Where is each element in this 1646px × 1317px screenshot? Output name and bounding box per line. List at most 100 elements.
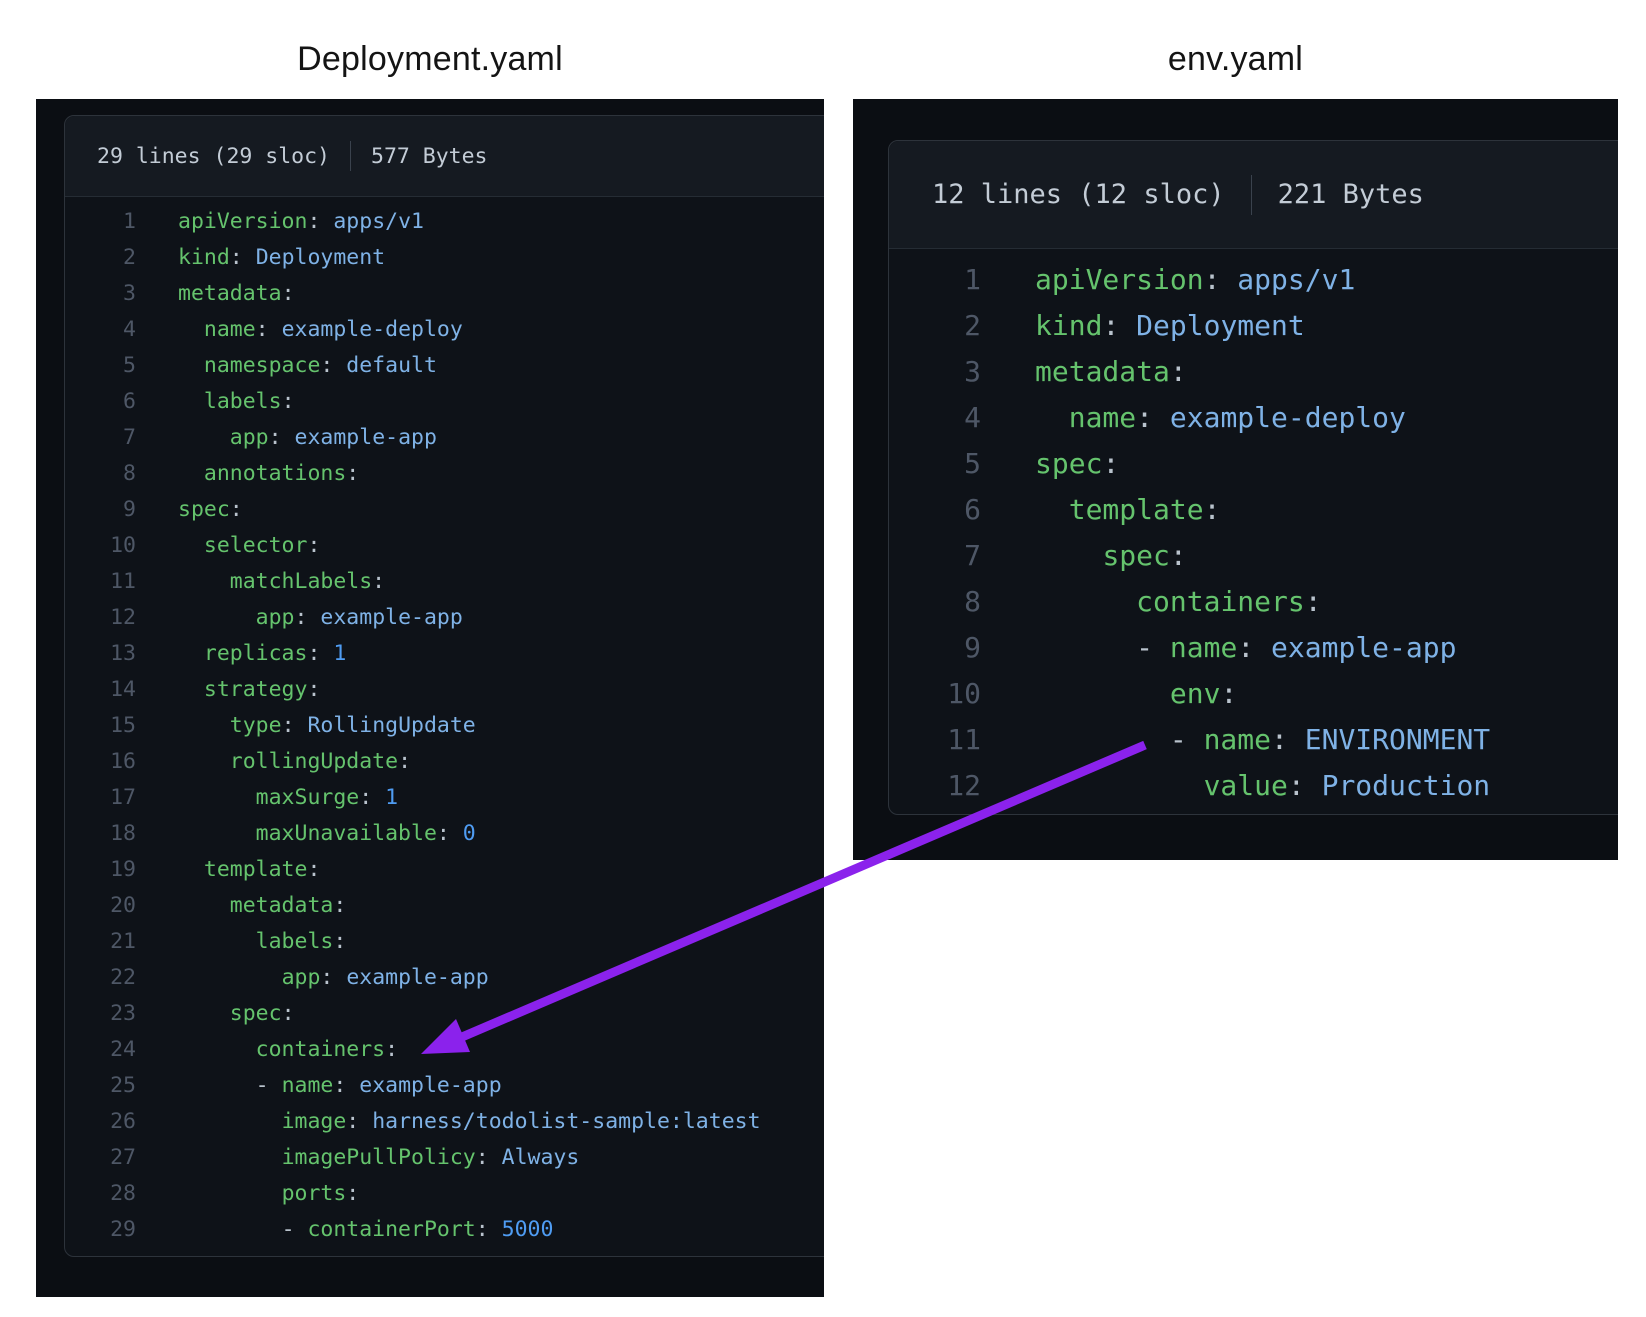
yaml-colon: :	[398, 749, 411, 774]
yaml-value: default	[346, 353, 437, 378]
yaml-colon: :	[1305, 585, 1322, 618]
yaml-key: value	[1204, 769, 1288, 802]
yaml-key: apiVersion	[1035, 263, 1204, 296]
yaml-value: 5000	[502, 1217, 554, 1242]
line-number[interactable]: 22	[65, 960, 136, 996]
code-text: kind: Deployment	[1035, 303, 1305, 349]
yaml-colon: :	[256, 317, 269, 342]
yaml-list-dash: -	[256, 1073, 282, 1098]
code-text: strategy:	[178, 672, 320, 708]
file-meta-header: 29 lines (29 sloc) 577 Bytes	[65, 116, 824, 197]
line-number[interactable]: 27	[65, 1140, 136, 1176]
line-number[interactable]: 11	[889, 717, 981, 763]
yaml-value: example-app	[346, 965, 488, 990]
yaml-key: spec	[178, 497, 230, 522]
line-number[interactable]: 8	[889, 579, 981, 625]
yaml-value: apps/v1	[333, 209, 424, 234]
line-number[interactable]: 11	[65, 564, 136, 600]
code-line: 2kind: Deployment	[65, 240, 824, 276]
yaml-key: spec	[1035, 447, 1102, 480]
file-lines-count: 29 lines (29 sloc)	[97, 144, 330, 169]
code-text: metadata:	[178, 888, 346, 924]
line-number[interactable]: 9	[889, 625, 981, 671]
code-text: maxUnavailable: 0	[178, 816, 476, 852]
yaml-key: rollingUpdate	[230, 749, 398, 774]
line-number[interactable]: 7	[889, 533, 981, 579]
code-text: apiVersion: apps/v1	[178, 204, 424, 240]
line-number[interactable]: 1	[889, 257, 981, 303]
line-number[interactable]: 10	[889, 671, 981, 717]
line-number[interactable]: 2	[889, 303, 981, 349]
yaml-colon: :	[346, 461, 359, 486]
deployment-yaml-panel: 29 lines (29 sloc) 577 Bytes 1 apiVersion…	[36, 99, 824, 1297]
yaml-colon: :	[1288, 769, 1305, 802]
line-number[interactable]: 5	[65, 348, 136, 384]
code-line: 21 labels:	[65, 924, 824, 960]
line-number[interactable]: 10	[65, 528, 136, 564]
yaml-list-dash: -	[282, 1217, 308, 1242]
yaml-colon: :	[1271, 723, 1288, 756]
code-line: 13 replicas: 1	[65, 636, 824, 672]
code-line: 8 containers:	[889, 579, 1618, 625]
line-number[interactable]: 13	[65, 636, 136, 672]
line-number[interactable]: 23	[65, 996, 136, 1032]
line-number[interactable]: 9	[65, 492, 136, 528]
yaml-key: name	[1170, 631, 1237, 664]
line-number[interactable]: 3	[889, 349, 981, 395]
yaml-key: containers	[1136, 585, 1305, 618]
line-number[interactable]: 8	[65, 456, 136, 492]
code-line: 7 spec:	[889, 533, 1618, 579]
line-number[interactable]: 14	[65, 672, 136, 708]
code-text: image: harness/todolist-sample:latest	[178, 1104, 761, 1140]
yaml-value: Deployment	[1136, 309, 1305, 342]
line-number[interactable]: 20	[65, 888, 136, 924]
yaml-value: example-app	[295, 425, 437, 450]
yaml-colon: :	[282, 389, 295, 414]
code-line: 12 value: Production	[889, 763, 1618, 809]
line-number[interactable]: 12	[65, 600, 136, 636]
line-number[interactable]: 15	[65, 708, 136, 744]
yaml-key: replicas	[204, 641, 308, 666]
line-number[interactable]: 19	[65, 852, 136, 888]
line-number[interactable]: 21	[65, 924, 136, 960]
code-text: value: Production	[1035, 763, 1490, 809]
line-number[interactable]: 25	[65, 1068, 136, 1104]
env-yaml-panel: 12 lines (12 sloc) 221 Bytes 1apiVersion…	[853, 99, 1618, 860]
yaml-colon: :	[385, 1037, 398, 1062]
line-number[interactable]: 3	[65, 276, 136, 312]
code-line: 20 metadata:	[65, 888, 824, 924]
yaml-list-dash: -	[1170, 723, 1204, 756]
code-line: 6 labels:	[65, 384, 824, 420]
line-number[interactable]: 16	[65, 744, 136, 780]
code-text: maxSurge: 1	[178, 780, 398, 816]
yaml-key: matchLabels	[230, 569, 372, 594]
code-line: 17 maxSurge: 1	[65, 780, 824, 816]
code-text: app: example-app	[178, 420, 437, 456]
yaml-value: Production	[1322, 769, 1491, 802]
yaml-key: app	[230, 425, 269, 450]
yaml-value: harness/todolist-sample:latest	[372, 1109, 760, 1134]
line-number[interactable]: 4	[889, 395, 981, 441]
line-number[interactable]: 18	[65, 816, 136, 852]
line-number[interactable]: 4	[65, 312, 136, 348]
line-number[interactable]: 7	[65, 420, 136, 456]
line-number[interactable]: 26	[65, 1104, 136, 1140]
code-line: 3metadata:	[889, 349, 1618, 395]
yaml-key: kind	[178, 245, 230, 270]
line-number[interactable]: 5	[889, 441, 981, 487]
line-number[interactable]: 29	[65, 1212, 136, 1248]
yaml-key: strategy	[204, 677, 308, 702]
line-number[interactable]: 17	[65, 780, 136, 816]
line-number[interactable]: 2	[65, 240, 136, 276]
yaml-colon: :	[346, 1109, 359, 1134]
code-text: name: example-deploy	[1035, 395, 1406, 441]
yaml-key: spec	[230, 1001, 282, 1026]
line-number[interactable]: 6	[889, 487, 981, 533]
line-number[interactable]: 1	[65, 204, 136, 240]
line-number[interactable]: 24	[65, 1032, 136, 1068]
code-line: 1 apiVersion: apps/v1	[65, 204, 824, 240]
yaml-key: app	[256, 605, 295, 630]
line-number[interactable]: 12	[889, 763, 981, 809]
line-number[interactable]: 28	[65, 1176, 136, 1212]
line-number[interactable]: 6	[65, 384, 136, 420]
